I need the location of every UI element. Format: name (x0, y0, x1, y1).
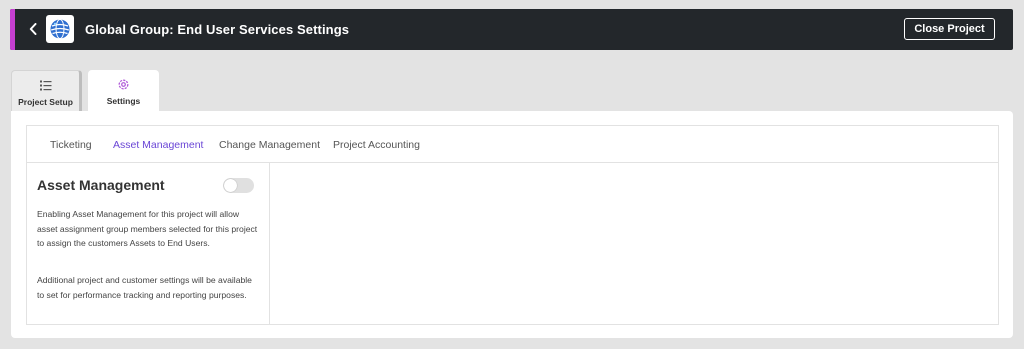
header-accent-stripe (10, 9, 15, 50)
panel-title: Asset Management (37, 177, 165, 193)
settings-container: Ticketing Asset Management Change Manage… (26, 125, 999, 325)
globe-logo-icon (50, 19, 70, 39)
tab-label: Settings (106, 96, 141, 106)
asset-management-toggle[interactable] (223, 178, 254, 193)
subtab-ticketing[interactable]: Ticketing (50, 139, 92, 151)
project-logo (46, 15, 74, 43)
asset-management-panel: Asset Management Enabling Asset Manageme… (27, 163, 270, 324)
back-button[interactable] (27, 21, 39, 37)
subtab-asset-management[interactable]: Asset Management (113, 139, 203, 151)
checklist-icon (39, 79, 52, 91)
tab-settings[interactable]: Settings (88, 70, 159, 113)
settings-card: Ticketing Asset Management Change Manage… (11, 111, 1013, 338)
description-paragraph: Additional project and customer settings… (37, 275, 252, 300)
chevron-left-icon (29, 23, 37, 35)
close-project-button[interactable]: Close Project (904, 18, 995, 40)
tab-label: Project Setup (18, 97, 73, 107)
subtab-project-accounting[interactable]: Project Accounting (333, 139, 420, 151)
subtab-change-management[interactable]: Change Management (219, 139, 320, 151)
tab-project-setup[interactable]: Project Setup (11, 70, 82, 111)
toggle-knob (224, 179, 237, 192)
settings-subtabs: Ticketing Asset Management Change Manage… (27, 126, 998, 163)
project-header: Global Group: End User Services Settings… (10, 9, 1013, 50)
description-paragraph: Enabling Asset Management for this proje… (37, 209, 258, 248)
page-title: Global Group: End User Services Settings (85, 22, 350, 37)
gear-icon (117, 78, 130, 90)
